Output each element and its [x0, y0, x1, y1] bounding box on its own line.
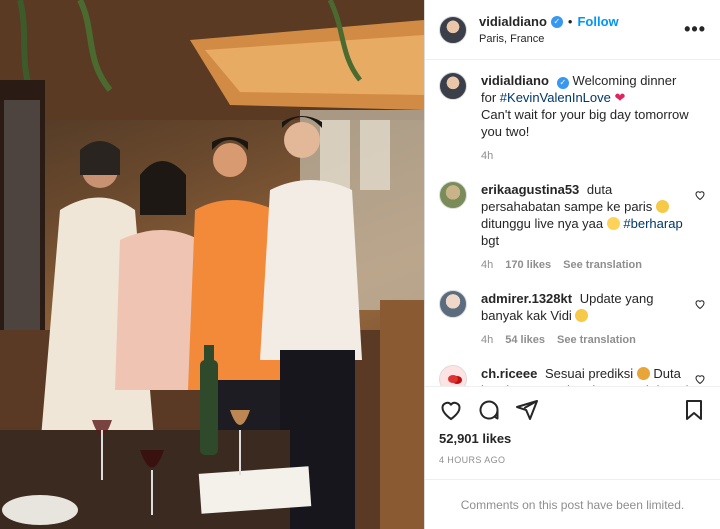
post-header: vidialdiano ✓ • Follow Paris, France ••• [425, 0, 720, 60]
comment-likes[interactable]: 170 likes [505, 257, 551, 274]
comment-username[interactable]: admirer.1328kt [481, 291, 572, 306]
follow-button[interactable]: Follow [577, 14, 618, 29]
separator-dot: • [567, 14, 573, 29]
author-username[interactable]: vidialdiano [479, 14, 547, 29]
more-options-icon[interactable]: ••• [684, 19, 706, 40]
comment-icon[interactable] [477, 398, 501, 422]
verified-badge-icon: ✓ [550, 15, 563, 28]
post-time: 4 HOURS AGO [439, 455, 506, 465]
like-comment-heart-icon[interactable] [694, 298, 706, 310]
save-bookmark-icon[interactable] [682, 398, 706, 422]
grinning-emoji-icon [575, 309, 589, 322]
clapping-emoji-icon [636, 367, 650, 380]
likes-count[interactable]: 52,901 likes [439, 431, 706, 446]
action-bar [439, 397, 706, 423]
like-comment-heart-icon[interactable] [694, 373, 706, 385]
like-heart-icon[interactable] [439, 398, 463, 422]
comment-text: Sesuai prediksi [545, 366, 634, 381]
post-photo[interactable] [0, 0, 424, 529]
comment-time: 4h [481, 334, 494, 346]
caption-hashtag[interactable]: #KevinValenInLove [500, 90, 611, 105]
laughing-emoji-icon [655, 200, 669, 213]
author-avatar[interactable] [439, 15, 467, 44]
post-actions-area: 52,901 likes 4 HOURS AGO [425, 386, 720, 465]
see-translation-link[interactable]: See translation [557, 332, 636, 349]
comment-item: ch.riceee Sesuai prediksi Duta kondangan… [439, 365, 706, 386]
comment-item: admirer.1328kt Update yang banyak kak Vi… [439, 290, 706, 349]
post-sidebar: vidialdiano ✓ • Follow Paris, France •••… [424, 0, 720, 529]
see-translation-link[interactable]: See translation [563, 257, 642, 274]
comment-username[interactable]: erikaagustina53 [481, 182, 579, 197]
comments-list[interactable]: vidialdiano ✓ Welcoming dinner for #Kevin… [425, 60, 720, 386]
author-avatar[interactable] [439, 72, 467, 100]
comments-limited-notice: Comments on this post have been limited. [425, 479, 720, 529]
caption-time: 4h [481, 150, 494, 162]
post-caption: vidialdiano ✓ Welcoming dinner for #Kevin… [439, 72, 706, 165]
verified-badge-icon: ✓ [556, 77, 569, 89]
comment-text: ditunggu live nya yaa [481, 216, 604, 231]
comment-text: bgt [481, 233, 500, 248]
like-comment-heart-icon[interactable] [694, 189, 706, 201]
caption-text-line2: Can't wait for your big day tomorrow you… [481, 107, 689, 139]
comment-likes[interactable]: 54 likes [505, 332, 545, 349]
photo-illustration [0, 0, 424, 529]
comment-time: 4h [481, 259, 494, 271]
share-icon[interactable] [515, 398, 539, 422]
commenter-avatar[interactable] [439, 181, 467, 209]
comment-username[interactable]: ch.riceee [481, 366, 537, 381]
comment-item: erikaagustina53 duta persahabatan sampe … [439, 181, 706, 274]
post-location[interactable]: Paris, France [479, 33, 684, 45]
red-heart-emoji: ❤ [614, 90, 626, 105]
crying-emoji-icon [606, 217, 620, 230]
commenter-avatar[interactable] [439, 365, 467, 386]
caption-username[interactable]: vidialdiano [481, 73, 549, 88]
commenter-avatar[interactable] [439, 290, 467, 318]
comment-hashtag[interactable]: #berharap [623, 216, 682, 231]
